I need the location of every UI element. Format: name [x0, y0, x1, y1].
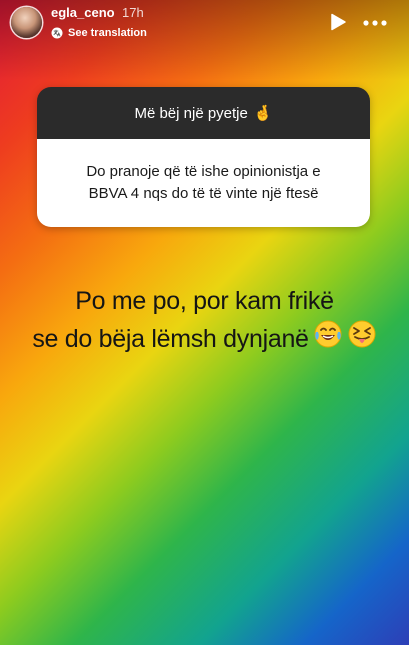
question-sticker-title: Më bëj një pyetje	[134, 104, 248, 122]
crossed-fingers-emoji-icon: 🤞	[253, 104, 273, 122]
answer-line-2: se do bëja lëmsh dynjanë	[32, 324, 309, 353]
translate-icon	[51, 27, 63, 39]
question-sticker-body: Do pranoje që të ishe opinionistja e BBV…	[37, 139, 370, 227]
story-header: egla_ceno 17h See translation	[0, 0, 409, 48]
question-sticker[interactable]: Më bëj një pyetje 🤞 Do pranoje që të ish…	[37, 87, 370, 227]
post-time: 17h	[122, 5, 144, 20]
question-sticker-header: Më bëj një pyetje 🤞	[37, 87, 370, 139]
answer-text: Po me po, por kam frikë se do bëja lëmsh…	[0, 284, 409, 359]
question-text-line-2: BBVA 4 nqs do të të vinte një ftesë	[88, 185, 319, 202]
answer-line-2-row: se do bëja lëmsh dynjanë	[32, 319, 376, 359]
more-icon[interactable]	[362, 16, 388, 28]
tears-of-joy-emoji-icon	[313, 319, 343, 359]
play-icon[interactable]	[329, 13, 347, 31]
see-translation-label: See translation	[68, 27, 147, 39]
see-translation-button[interactable]: See translation	[51, 25, 147, 41]
username[interactable]: egla_ceno	[51, 5, 115, 20]
answer-line-1: Po me po, por kam frikë	[75, 287, 334, 315]
story-frame: egla_ceno 17h See translation Më bëj një…	[0, 0, 409, 645]
avatar[interactable]	[11, 7, 42, 38]
question-text-line-1: Do pranoje që të ishe opinionistja e	[86, 163, 321, 180]
squinting-tongue-emoji-icon	[347, 319, 377, 359]
